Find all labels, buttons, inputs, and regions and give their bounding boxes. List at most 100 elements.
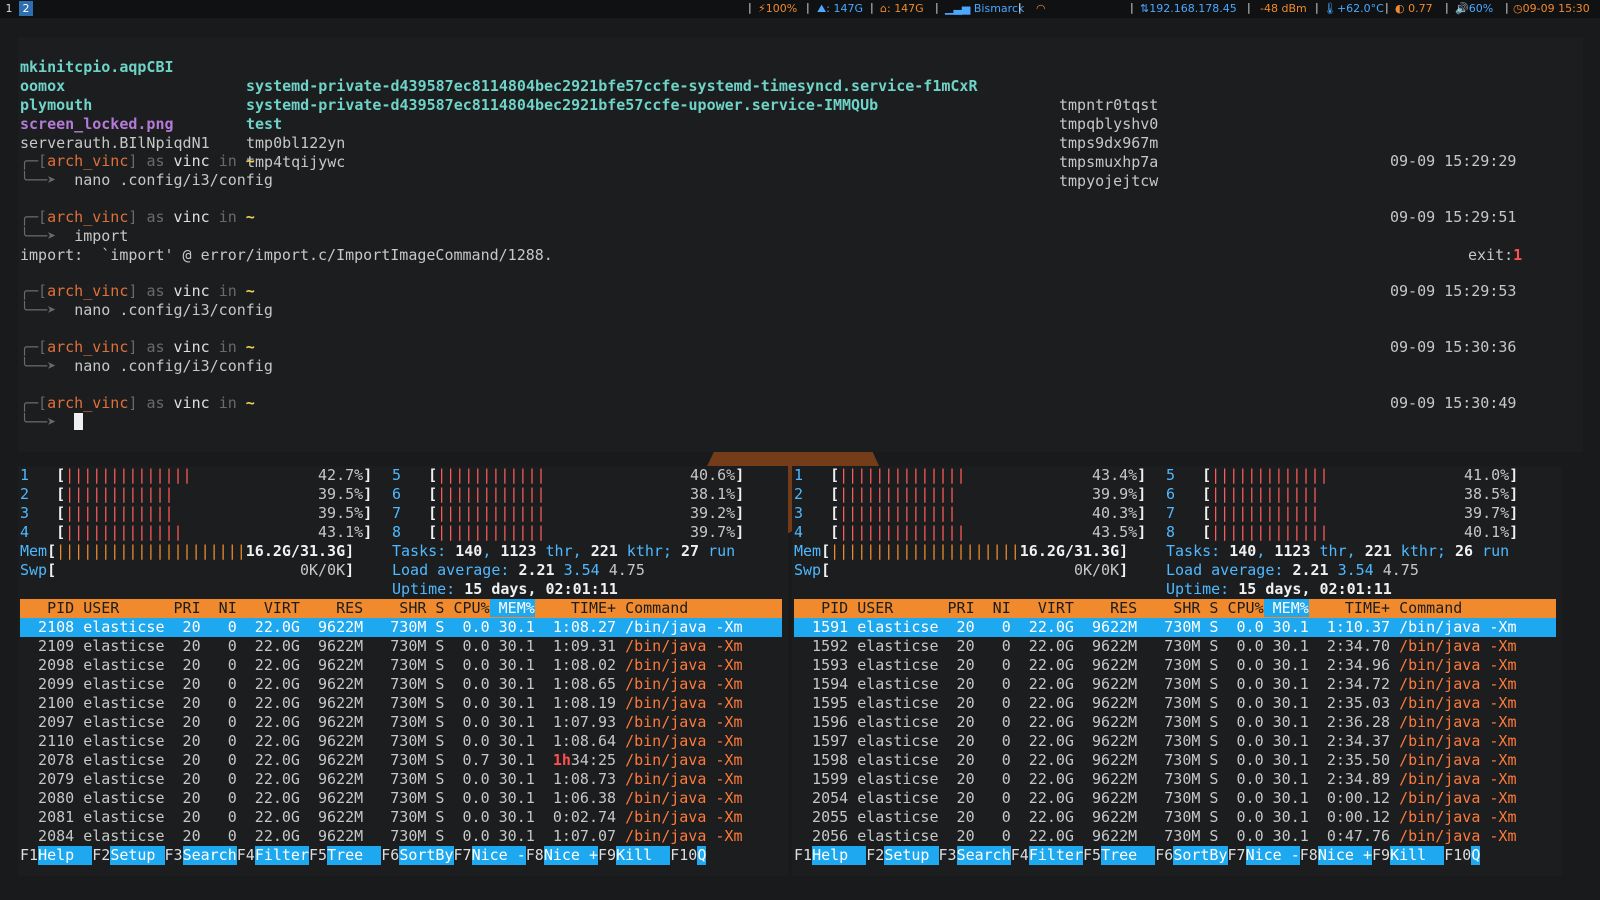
fkey-f9[interactable]: F9Kill [598,846,671,865]
process-row[interactable]: 2055 elasticse 20 0 22.0G 9622M 730M S 0… [794,808,1556,827]
column-header-shr[interactable]: SHR [363,599,426,617]
column-header-user[interactable]: USER [848,599,938,617]
column-header-pri[interactable]: PRI [165,599,201,617]
column-header-pri[interactable]: PRI [939,599,975,617]
fkey-f8[interactable]: F8Nice + [1299,846,1372,865]
process-row[interactable]: 2078 elasticse 20 0 22.0G 9622M 730M S 0… [20,751,782,770]
column-header-ni[interactable]: NI [201,599,237,617]
fkey-label: Search [956,846,1011,865]
fkey-f6[interactable]: F6SortBy [1155,846,1228,865]
fkey-f7[interactable]: F7Nice - [1228,846,1300,865]
process-table-header[interactable]: PID USER PRI NI VIRT RES SHR S CPU% MEM%… [794,599,1556,618]
process-s: S [1200,789,1219,807]
column-header-virt[interactable]: VIRT [237,599,300,617]
process-row[interactable]: 2080 elasticse 20 0 22.0G 9622M 730M S 0… [20,789,782,808]
process-row[interactable]: 2109 elasticse 20 0 22.0G 9622M 730M S 0… [20,637,782,656]
column-header-mem[interactable]: MEM% [489,599,535,617]
process-row[interactable]: 2081 elasticse 20 0 22.0G 9622M 730M S 0… [20,808,782,827]
column-header-command[interactable]: Command [1390,599,1516,617]
column-header-shr[interactable]: SHR [1137,599,1200,617]
clock-status: ◷09-09 15:30 [1513,2,1590,15]
column-header-mem[interactable]: MEM% [1263,599,1309,617]
exit-label: exit: [1468,246,1514,264]
swp-pad [56,561,300,579]
process-ni: 0 [974,732,1011,750]
fkey-f10[interactable]: F10Q [1444,846,1481,865]
fkey-f3[interactable]: F3Search [939,846,1011,865]
process-table-header[interactable]: PID USER PRI NI VIRT RES SHR S CPU% MEM%… [20,599,782,618]
separator: | [1385,1,1389,14]
column-header-pid[interactable]: PID [794,599,848,617]
fkey-f5[interactable]: F5Tree [309,846,382,865]
fkey-f2[interactable]: F2Setup [92,846,165,865]
column-header-res[interactable]: RES [1074,599,1137,617]
process-row[interactable]: 2098 elasticse 20 0 22.0G 9622M 730M S 0… [20,656,782,675]
process-cpu: 0.0 [444,827,490,845]
cpu-bar: |||||||||||||| [839,466,1083,484]
column-header-cpu[interactable]: CPU% [444,599,489,617]
prompt-timestamp: 09-09 15:29:53 [1390,282,1517,300]
process-command: /bin/java -Xm [1390,751,1517,769]
column-header-command[interactable]: Command [616,599,742,617]
workspace-2-button[interactable]: 2 [19,1,33,16]
workspace-1-button[interactable]: 1 [2,1,16,16]
process-row[interactable]: 2084 elasticse 20 0 22.0G 9622M 730M S 0… [20,827,782,846]
column-header-time[interactable]: TIME+ [535,599,616,617]
process-row[interactable]: 1595 elasticse 20 0 22.0G 9622M 730M S 0… [794,694,1556,713]
fkey-f9[interactable]: F9Kill [1372,846,1445,865]
column-header-s[interactable]: S [426,599,444,617]
process-row[interactable]: 1592 elasticse 20 0 22.0G 9622M 730M S 0… [794,637,1556,656]
process-row[interactable]: 2079 elasticse 20 0 22.0G 9622M 730M S 0… [20,770,782,789]
process-row[interactable]: 2097 elasticse 20 0 22.0G 9622M 730M S 0… [20,713,782,732]
column-header-user[interactable]: USER [74,599,164,617]
fkey-f8[interactable]: F8Nice + [526,846,598,865]
process-row[interactable]: 2056 elasticse 20 0 22.0G 9622M 730M S 0… [794,827,1556,846]
fkey-f2[interactable]: F2Setup [866,846,939,865]
cpu-bar: |||||||||||| [65,485,309,503]
process-row[interactable]: 1597 elasticse 20 0 22.0G 9622M 730M S 0… [794,732,1556,751]
column-header-pid[interactable]: PID [20,599,74,617]
column-header-ni[interactable]: NI [975,599,1011,617]
htop-pane-right[interactable]: 1 [|||||||||||||| 43.4%] 2 [|||||||||||||… [792,466,1562,876]
fkey-f7[interactable]: F7Nice - [454,846,526,865]
prompt-line: ╭─[arch_vinc] as vinc in ~ [20,152,255,170]
process-row[interactable]: 1591 elasticse 20 0 22.0G 9622M 730M S 0… [794,618,1556,637]
fkey-f6[interactable]: F6SortBy [381,846,454,865]
process-row[interactable]: 2110 elasticse 20 0 22.0G 9622M 730M S 0… [20,732,782,751]
process-row[interactable]: 2099 elasticse 20 0 22.0G 9622M 730M S 0… [20,675,782,694]
meter-bracket: ] [363,523,373,541]
column-header-s[interactable]: S [1200,599,1218,617]
fkey-f1[interactable]: F1Help [20,846,93,865]
process-row[interactable]: 1598 elasticse 20 0 22.0G 9622M 730M S 0… [794,751,1556,770]
process-res: 9622M [1073,694,1138,712]
process-row[interactable]: 1593 elasticse 20 0 22.0G 9622M 730M S 0… [794,656,1556,675]
process-cpu: 0.0 [444,637,490,655]
column-header-cpu[interactable]: CPU% [1218,599,1263,617]
process-ni: 0 [974,808,1011,826]
process-row[interactable]: 1599 elasticse 20 0 22.0G 9622M 730M S 0… [794,770,1556,789]
fkey-f4[interactable]: F4Filter [237,846,309,865]
command-line[interactable]: ╰──➤ [20,413,84,432]
column-header-virt[interactable]: VIRT [1011,599,1074,617]
meter-bracket: ] [1137,466,1147,484]
process-row[interactable]: 1594 elasticse 20 0 22.0G 9622M 730M S 0… [794,675,1556,694]
process-row[interactable]: 1596 elasticse 20 0 22.0G 9622M 730M S 0… [794,713,1556,732]
process-ni: 0 [974,713,1011,731]
fkey-key: F8 [1299,846,1318,864]
column-header-res[interactable]: RES [300,599,363,617]
process-row[interactable]: 2108 elasticse 20 0 22.0G 9622M 730M S 0… [20,618,782,637]
swap-meter: Swp[ 0K/0K] [20,561,354,580]
process-row[interactable]: 2054 elasticse 20 0 22.0G 9622M 730M S 0… [794,789,1556,808]
fkey-f5[interactable]: F5Tree [1083,846,1156,865]
htop-pane-left[interactable]: 1 [|||||||||||||| 42.7%] 2 [|||||||||||| … [18,466,788,876]
terminal-window[interactable]: mkinitcpio.aqpCBI systemd-private-d43958… [18,37,1583,452]
fkey-f1[interactable]: F1Help [794,846,867,865]
column-header-time[interactable]: TIME+ [1309,599,1390,617]
meter-bracket: [ [821,561,831,579]
fkey-f4[interactable]: F4Filter [1011,846,1083,865]
ls-entry: tmpqblyshv0 [1059,115,1159,133]
home-disk-status: ⌂: 147G [880,2,924,15]
fkey-f10[interactable]: F10Q [670,846,707,865]
process-row[interactable]: 2100 elasticse 20 0 22.0G 9622M 730M S 0… [20,694,782,713]
fkey-f3[interactable]: F3Search [165,846,237,865]
